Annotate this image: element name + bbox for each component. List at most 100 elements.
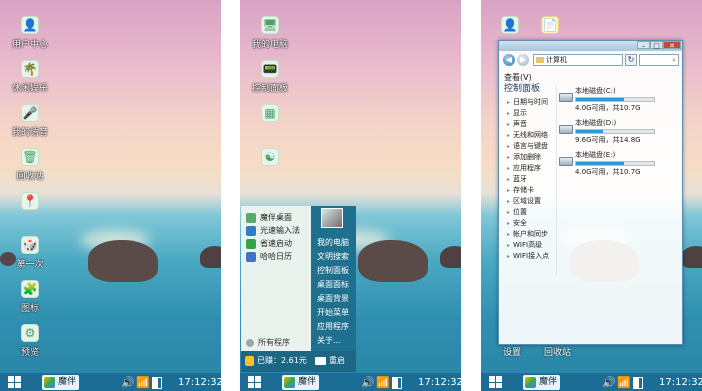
wifi-icon[interactable]: 📶 [617,375,631,390]
taskbar-app-button[interactable]: 魔伴 [282,375,320,390]
sidebar-item-label: 蓝牙 [513,175,527,183]
sidebar-item[interactable]: ▸ 位置 [507,208,527,217]
all-programs-button[interactable]: 所有程序 [246,337,290,349]
window-titlebar[interactable]: – □ ✕ [499,41,682,51]
drive-e[interactable]: 本地磁盘(E:) 4.0G可用，共10.7G [559,151,679,183]
close-button[interactable]: ✕ [663,41,681,50]
start-menu-item[interactable]: 魔伴桌面 [246,212,292,224]
gear-icon: ⚙ [21,324,39,342]
volume-icon[interactable]: 🔊 [121,375,135,390]
drive-d[interactable]: 本地磁盘(D:) 9.6G可用，共14.8G [559,119,679,151]
sidebar-item[interactable]: ▸ 区域设置 [507,197,541,206]
start-button-windows-icon[interactable] [489,376,502,388]
sidebar-item[interactable]: ▸ 蓝牙 [507,175,527,184]
volume-icon[interactable]: 🔊 [361,375,375,390]
desktop-icon-game[interactable]: 🎲 第一次 [0,236,60,270]
sidebar-item[interactable]: ▸ WIFI高级 [507,241,542,250]
sidebar-title[interactable]: 控制面板 [504,84,540,95]
taskbar-app-button[interactable]: 魔伴 [523,375,561,390]
search-input[interactable]: ⌕ [639,54,679,66]
taskbar-app-button[interactable]: 魔伴 [42,375,80,390]
start-menu-item[interactable]: 光速输入法 [246,225,300,237]
sidebar-item[interactable]: ▸ 安全 [507,219,527,228]
address-toolbar: ◀ ▶ 计算机 ↻ ⌕ [501,53,680,67]
desktop-icon-voice[interactable]: 🎤 我的语音 [0,104,60,138]
desktop-icon-leisure[interactable]: 🌴 休闲娱乐 [0,60,60,94]
taskbar-app-label: 魔伴 [539,377,558,387]
desktop-icon-apps[interactable]: ▦ [240,104,300,125]
start-menu-item[interactable]: 省速启动 [246,238,292,250]
sidebar-item-label: WIFI接入点 [513,252,550,260]
address-bar[interactable]: 计算机 [533,54,623,66]
sidebar-item[interactable]: ▸ 存储卡 [507,186,534,195]
sidebar-item[interactable]: ▸ 添加删除 [507,153,541,162]
back-button[interactable]: ◀ [503,54,515,66]
maximize-button[interactable]: □ [650,41,663,50]
desktop-icon-label: 控制面板 [251,84,288,94]
start-menu-item-label: 省速启动 [260,239,292,248]
battery-icon [152,377,162,389]
desktop-label-settings[interactable]: 设置 [503,345,521,358]
start-menu-link[interactable]: 应用程序 [317,321,349,333]
desktop-icon-document[interactable]: 📄 [521,16,579,34]
forward-button[interactable]: ▶ [517,54,529,66]
sidebar-item[interactable]: ▸ WIFI接入点 [507,252,549,261]
start-menu-link[interactable]: 我的电脑 [317,237,349,249]
start-menu-item[interactable]: 哈哈日历 [246,251,292,263]
desktop-icon-control-panel[interactable]: 📟 控制面板 [240,60,300,94]
clock: 17:12:32 [659,377,702,388]
sidebar-item[interactable]: ▸ 声音 [507,120,527,129]
grid-icon: ▦ [261,104,279,122]
user-icon: 👤 [21,16,39,34]
menu-view[interactable]: 查看(V) [504,73,532,83]
start-menu-link[interactable]: 文明搜索 [317,251,349,263]
sidebar-item[interactable]: ▸ 应用程序 [507,164,541,173]
desktop-icon-label: 第一次 [16,260,44,270]
battery-icon [633,377,643,389]
sidebar-item[interactable]: ▸ 显示 [507,109,527,118]
start-menu-link[interactable]: 开始菜单 [317,307,349,319]
drive-c[interactable]: 本地磁盘(C:) 4.0G可用，共10.7G [559,87,679,119]
desktop-icon-my-computer[interactable]: 🖥 我的电脑 [240,16,300,50]
desktop-icon-theme[interactable]: ☯ [240,148,300,169]
restart-button[interactable]: 重启 [315,355,345,367]
desktop-icon-map[interactable]: 📍 [0,192,60,213]
start-menu-link[interactable]: 关于... [317,335,341,347]
restart-icon [315,357,326,365]
desktop-icon-recycle-bin[interactable]: 🗑 回收站 [0,148,60,182]
drive-usage-bar [575,129,655,134]
avatar[interactable] [321,208,343,228]
desktop-icon-icons[interactable]: 🧩 图标 [0,280,60,314]
start-menu-link[interactable]: 桌面面标 [317,279,349,291]
start-button-windows-icon[interactable] [8,376,21,388]
sidebar-item[interactable]: ▸ 帐户和同步 [507,230,548,239]
desktop-icon-user-center[interactable]: 👤 用户中心 [0,16,60,50]
wifi-icon[interactable]: 📶 [376,375,390,390]
drive-info: 9.6G可用，共14.8G [575,136,641,144]
start-button-windows-icon[interactable] [248,376,261,388]
drive-name: 本地磁盘(C:) [575,87,616,95]
minimize-button[interactable]: – [637,41,650,50]
sidebar-item[interactable]: ▸ 日期与时间 [507,98,548,107]
refresh-button[interactable]: ↻ [625,54,637,66]
sidebar-item[interactable]: ▸ 无线和网络 [507,131,548,140]
start-menu-link[interactable]: 控制面板 [317,265,349,277]
hard-drive-icon [559,157,573,166]
start-menu-item-label: 魔伴桌面 [260,213,292,222]
desktop-icon-label: 预览 [20,348,39,358]
drive-usage-fill [576,162,625,165]
desktop-app-icon [246,213,256,223]
palm-tree-icon: 🌴 [21,60,39,78]
monitor-icon: 🖥 [261,16,279,34]
hard-drive-icon [559,93,573,102]
wifi-icon[interactable]: 📶 [136,375,150,390]
computer-window: – □ ✕ ◀ ▶ 计算机 ↻ ⌕ 查看(V) 控制面板 ▸ 日期与时间 ▸ 显示 … [498,40,683,345]
start-menu-link[interactable]: 桌面背景 [317,293,349,305]
sidebar-item[interactable]: ▸ 语言与键盘 [507,142,548,151]
desktop-label-recycle-bin[interactable]: 回收站 [544,345,571,358]
volume-icon[interactable]: 🔊 [602,375,616,390]
sidebar-item-label: 语言与键盘 [513,142,548,150]
app-icon [44,377,55,388]
drive-usage-bar [575,161,655,166]
desktop-icon-preview[interactable]: ⚙ 预览 [0,324,60,358]
